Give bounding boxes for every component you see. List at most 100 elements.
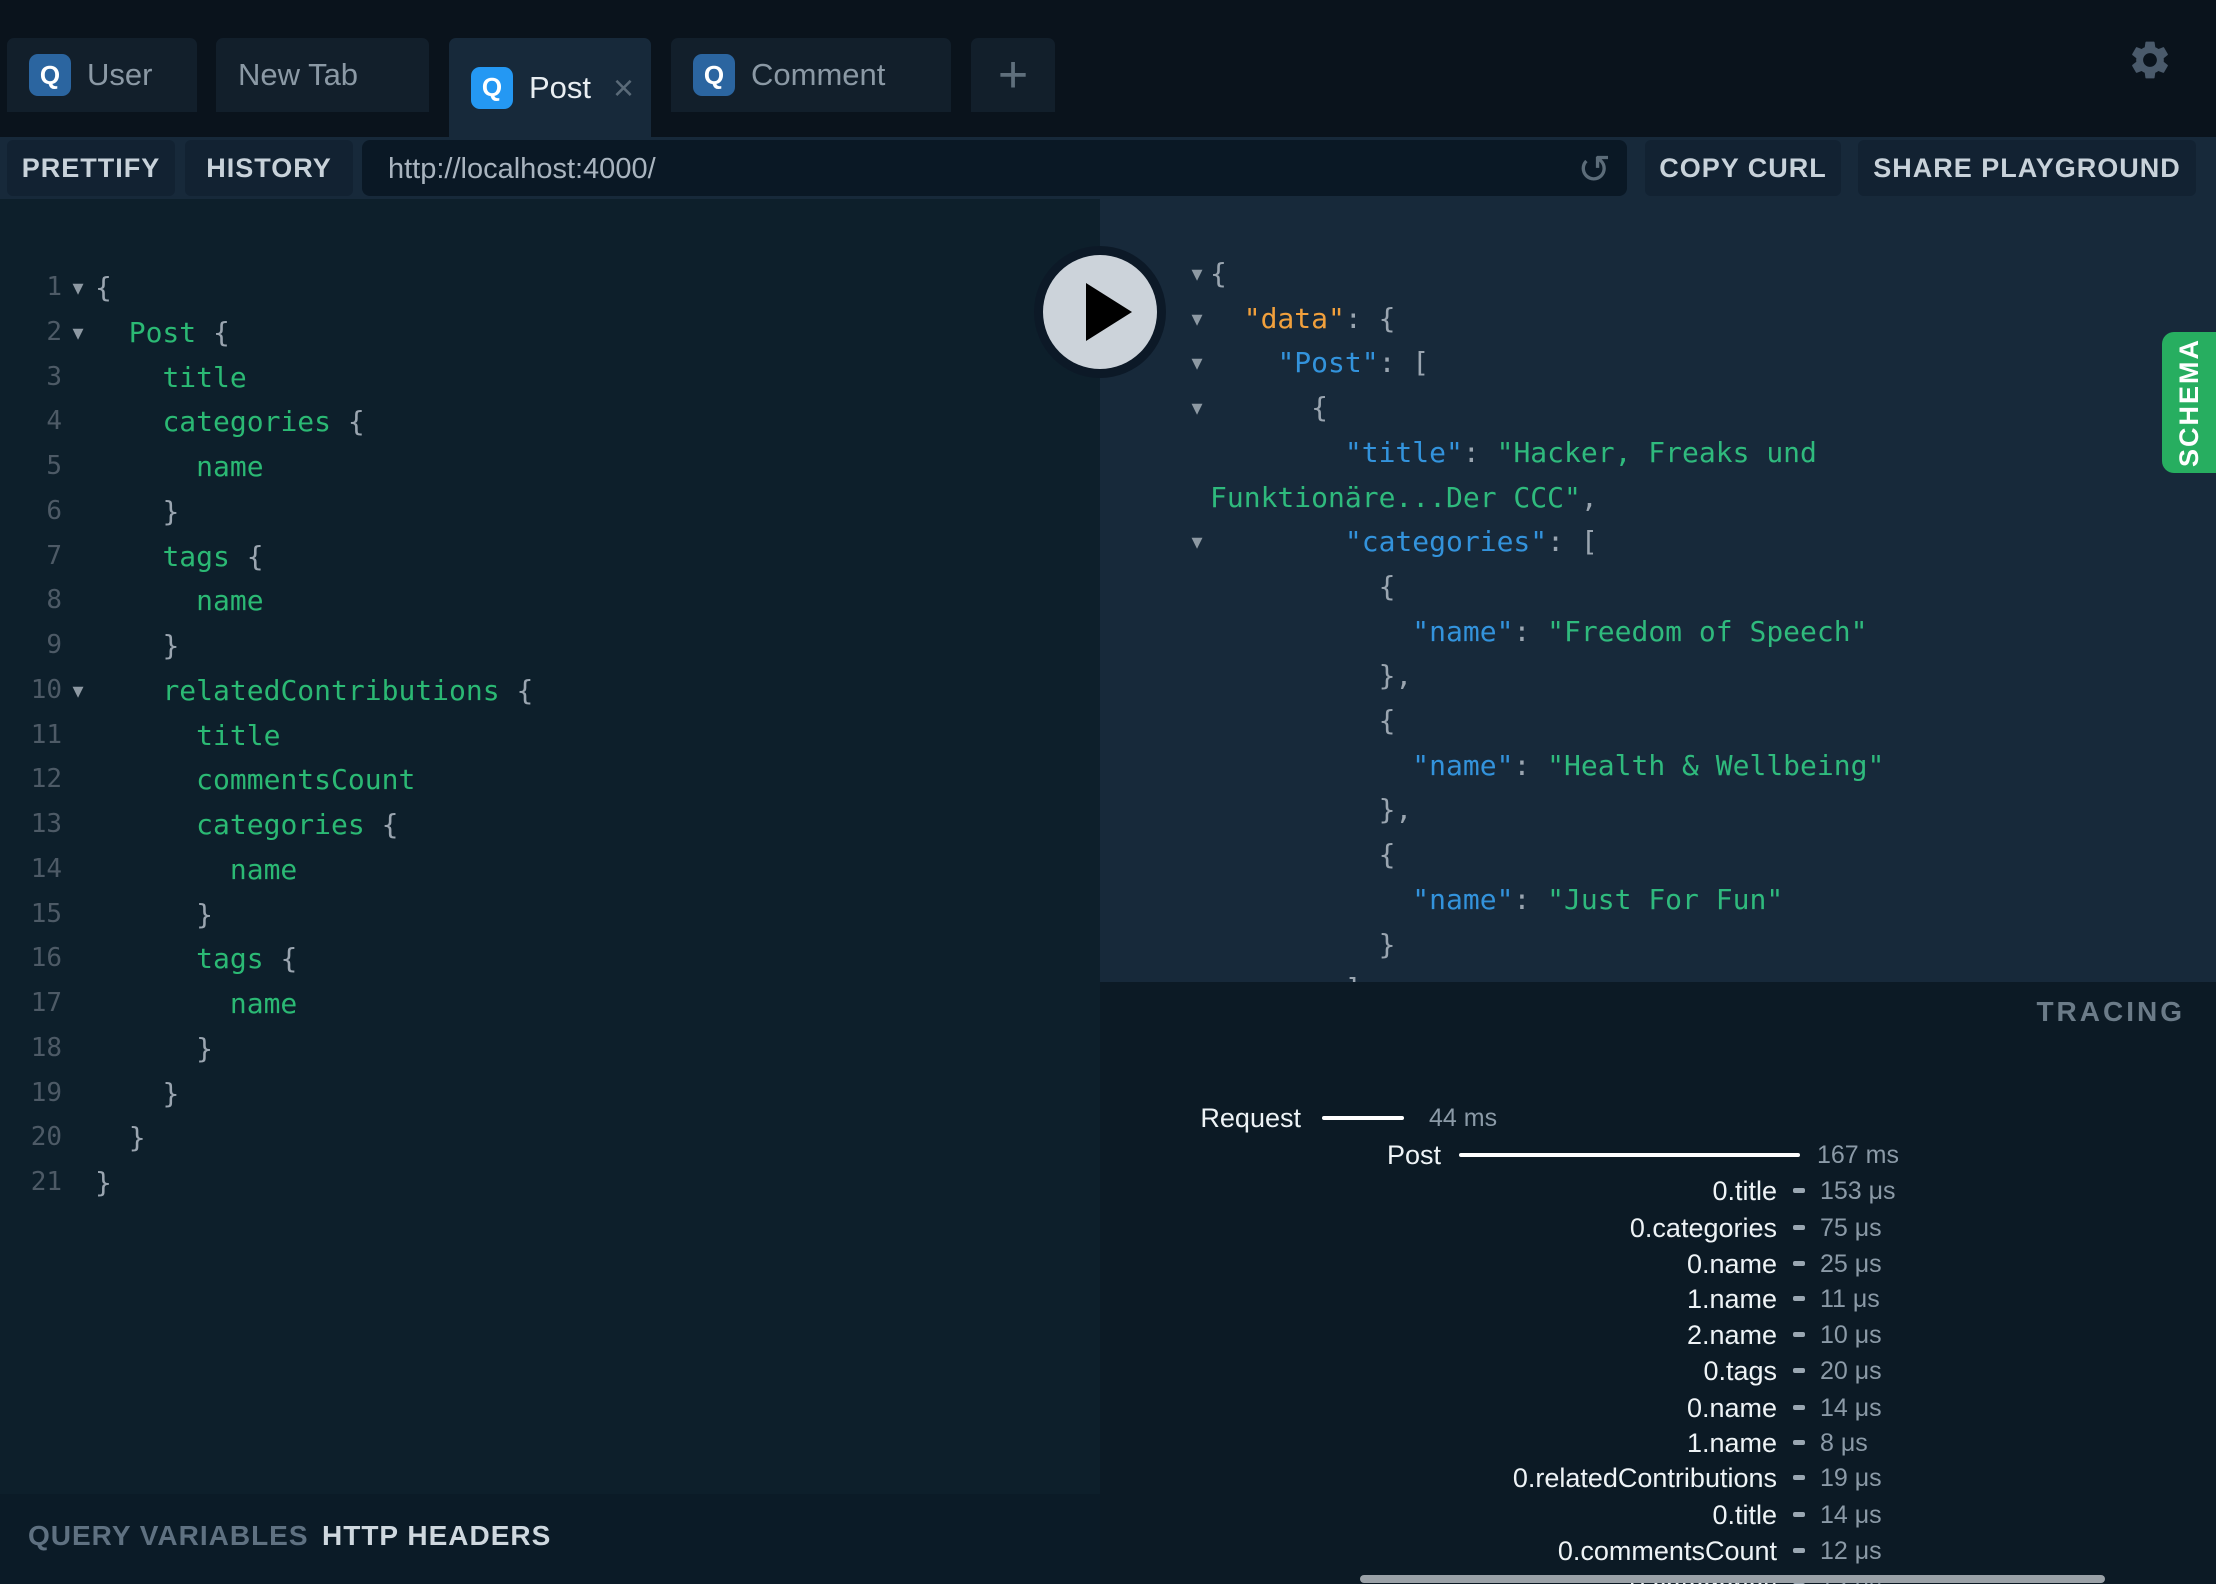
code-line: } <box>196 1031 214 1065</box>
line-number: 5 <box>46 451 62 481</box>
tracing-title: TRACING <box>2036 996 2185 1027</box>
fold-arrow-icon[interactable]: ▾ <box>1183 519 1211 564</box>
tracing-row: 0.name 14 μs <box>1100 1390 2216 1426</box>
code-line: { <box>1210 257 1227 290</box>
query-variables-tab[interactable]: QUERY VARIABLES <box>28 1520 309 1552</box>
new-tab-button[interactable]: + <box>971 38 1055 112</box>
tracing-span-time: 153 μs <box>1820 1177 1896 1205</box>
tracing-span-label: Post <box>1386 1140 1441 1170</box>
tab-bar: Q User New Tab Q Post × Q Comment + <box>0 0 2216 137</box>
gear-icon <box>2127 41 2173 87</box>
code-line: "name": "Freedom of Speech" <box>1412 614 1868 648</box>
tracing-span-time: 8 μs <box>1820 1429 1868 1457</box>
tracing-span-time: 10 μs <box>1820 1321 1882 1349</box>
tracing-span-label: 0.categories <box>1629 1213 1777 1243</box>
code-line: } <box>128 1121 146 1155</box>
prettify-button[interactable]: PRETTIFY <box>7 140 175 196</box>
tab-comment[interactable]: Q Comment <box>671 38 951 112</box>
tracing-span-label: 1.name <box>1686 1428 1777 1458</box>
fold-arrow-icon[interactable]: ▾ <box>1183 296 1211 341</box>
code-line: title <box>196 718 281 752</box>
tracing-span-label: Request <box>1200 1103 1301 1133</box>
code-line: name <box>196 584 264 618</box>
settings-button[interactable] <box>2127 37 2173 83</box>
execute-button[interactable] <box>1034 246 1166 378</box>
tab-new-tab[interactable]: New Tab <box>216 38 429 112</box>
tracing-panel: TRACING Request 44 ms Post 167 ms 0.title 153… <box>1100 982 2216 1584</box>
close-icon[interactable]: × <box>613 69 634 106</box>
fold-arrow-icon[interactable]: ▾ <box>1183 340 1211 385</box>
line-number: 19 <box>30 1077 62 1108</box>
line-number: 18 <box>30 1032 62 1063</box>
endpoint-url-input[interactable] <box>386 140 1540 198</box>
tab-post[interactable]: Q Post × <box>449 38 651 137</box>
code-line: Funktionäre...Der CCC", <box>1210 480 1598 514</box>
line-number: 6 <box>46 495 62 526</box>
code-line: ] <box>1210 966 1362 982</box>
line-number: 10 <box>30 674 62 705</box>
tracing-dash <box>1793 1296 1805 1301</box>
line-number: 8 <box>46 585 62 616</box>
play-icon <box>1086 283 1132 341</box>
code-line: { <box>1378 704 1396 737</box>
tab-user[interactable]: Q User <box>7 38 197 112</box>
code-line: categories { <box>162 405 365 439</box>
query-badge: Q <box>693 54 735 96</box>
code-line: "name": "Health & Wellbeing" <box>1412 748 1885 782</box>
fold-arrow-icon[interactable]: ▾ <box>1183 251 1211 296</box>
tracing-row: 0.categories 75 μs <box>1100 1210 2216 1246</box>
fold-arrow-icon[interactable]: ▾ <box>64 265 92 310</box>
code-line: "Post": [ <box>1277 346 1430 380</box>
line-number: 15 <box>30 898 62 929</box>
tracing-span-label: 2.name <box>1686 1320 1777 1350</box>
code-line: } <box>162 1076 180 1110</box>
tracing-row: 0.name 25 μs <box>1100 1246 2216 1282</box>
history-button[interactable]: HISTORY <box>185 140 353 196</box>
endpoint-url-box: ↺ <box>362 140 1627 198</box>
tracing-span-time: 11 μs <box>1820 1285 1880 1313</box>
tracing-span-time: 14 μs <box>1820 1394 1882 1422</box>
tracing-dash <box>1793 1475 1805 1480</box>
tracing-span-label: 1.name <box>1686 1284 1777 1314</box>
code-line: { <box>95 271 112 304</box>
code-line: tags { <box>162 539 264 573</box>
tracing-row: 1.name 11 μs <box>1100 1281 2216 1317</box>
tracing-span-label: 0.title <box>1712 1176 1777 1206</box>
fold-arrow-icon[interactable]: ▾ <box>1183 385 1211 430</box>
code-line: } <box>196 897 214 931</box>
tracing-span-label: 0.tags <box>1703 1356 1777 1386</box>
tracing-span-label: 0.commentsCount <box>1557 1536 1777 1566</box>
tracing-dash <box>1793 1188 1805 1193</box>
tab-label: User <box>87 57 153 92</box>
code-line: name <box>229 852 298 886</box>
line-number: 14 <box>30 853 62 884</box>
tracing-span-label: 0.title <box>1712 1500 1777 1530</box>
code-line: } <box>95 1166 112 1199</box>
tracing-row: 2.name 10 μs <box>1100 1317 2216 1353</box>
fold-arrow-icon[interactable]: ▾ <box>64 668 92 713</box>
line-number: 7 <box>46 540 62 571</box>
tracing-row: 0.relatedContributions 19 μs <box>1100 1460 2216 1496</box>
share-playground-button[interactable]: SHARE PLAYGROUND <box>1858 140 2196 196</box>
query-editor[interactable]: 1 ▾{2 ▾ Post {3 title 4 categories {5 name 6… <box>0 199 1100 1494</box>
code-line: "title": "Hacker, Freaks und <box>1344 435 1817 469</box>
code-line: tags { <box>196 942 298 976</box>
reload-schema-icon[interactable]: ↺ <box>1577 142 1611 198</box>
tab-label: New Tab <box>238 57 359 92</box>
line-number: 13 <box>30 809 62 839</box>
schema-tab-button[interactable]: SCHEMA <box>2162 332 2216 473</box>
tracing-duration-bar <box>1459 1153 1800 1157</box>
tracing-dash <box>1793 1225 1805 1230</box>
copy-curl-button[interactable]: COPY CURL <box>1645 140 1841 196</box>
line-number: 9 <box>46 630 62 660</box>
code-line: title <box>162 360 247 394</box>
tracing-span-time: 12 μs <box>1820 1537 1882 1565</box>
http-headers-tab[interactable]: HTTP HEADERS <box>322 1520 551 1552</box>
code-line: name <box>229 987 298 1020</box>
tracing-span-time: 44 ms <box>1429 1104 1498 1132</box>
horizontal-scrollbar-thumb[interactable] <box>1360 1575 2105 1583</box>
code-line: categories { <box>196 808 399 841</box>
fold-arrow-icon[interactable]: ▾ <box>64 310 92 355</box>
code-line: { <box>1311 391 1329 425</box>
code-line: { <box>1378 838 1396 872</box>
